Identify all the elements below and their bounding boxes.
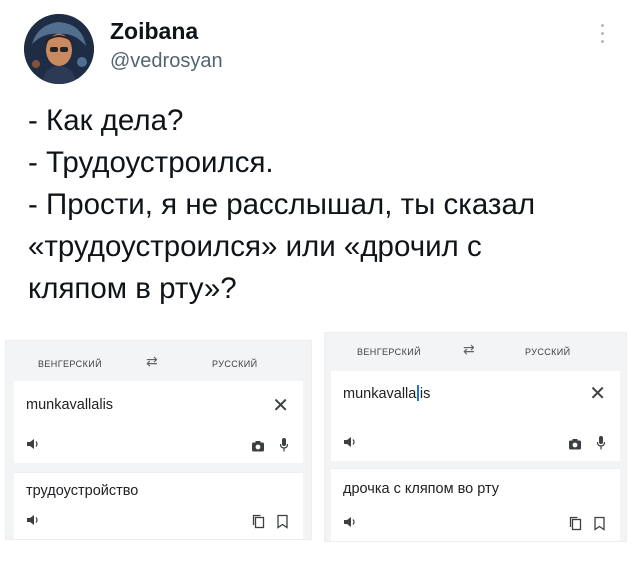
translator-panel-right: ВЕНГЕРСКИЙ ⇄ РУССКИЙ munkavalla is ✕ дроч… <box>325 333 626 541</box>
copy-icon[interactable] <box>252 514 265 529</box>
source-text-box[interactable]: munkavallalis ✕ <box>14 381 303 463</box>
avatar[interactable] <box>24 14 94 84</box>
bookmark-icon[interactable] <box>593 516 606 531</box>
copy-icon[interactable] <box>569 516 582 531</box>
swap-arrows-icon[interactable]: ⇄ <box>146 353 158 370</box>
speaker-icon[interactable] <box>26 437 40 451</box>
speaker-icon[interactable] <box>343 515 357 529</box>
translation-text: трудоустройство <box>26 483 139 499</box>
tweet-line: - Прости, я не расслышал, ты сказал <box>28 188 536 221</box>
display-name[interactable]: Zoibana <box>110 18 198 45</box>
target-language[interactable]: РУССКИЙ <box>525 347 571 357</box>
tweet-text: - Как дела? - Трудоустроился. - Прости, … <box>28 100 618 310</box>
user-handle[interactable]: @vedrosyan <box>110 50 223 73</box>
source-language[interactable]: ВЕНГЕРСКИЙ <box>357 347 421 357</box>
translation-text: дрочка с кляпом во рту <box>343 481 500 497</box>
translation-box: дрочка с кляпом во рту <box>331 468 620 541</box>
language-bar: ВЕНГЕРСКИЙ ⇄ РУССКИЙ <box>325 333 626 375</box>
translation-box: трудоустройство <box>14 472 303 539</box>
language-bar: ВЕНГЕРСКИЙ ⇄ РУССКИЙ <box>6 341 311 383</box>
source-text[interactable]: munkavalla is <box>343 385 430 402</box>
tweet-line: - Как дела? <box>28 104 184 137</box>
microphone-icon[interactable] <box>596 435 606 451</box>
speaker-icon[interactable] <box>343 435 357 449</box>
close-icon[interactable]: ✕ <box>272 393 289 418</box>
tweet-line: «трудоустроился» или «дрочил с <box>28 230 482 263</box>
swap-arrows-icon[interactable]: ⇄ <box>463 341 475 358</box>
more-options-icon[interactable] <box>596 24 608 58</box>
source-text[interactable]: munkavallalis <box>26 397 113 413</box>
avatar-illustration <box>24 14 94 84</box>
source-language[interactable]: ВЕНГЕРСКИЙ <box>38 359 102 369</box>
tweet-line: кляпом в рту»? <box>28 272 237 305</box>
source-text-part: munkavalla <box>343 386 417 402</box>
speaker-icon[interactable] <box>26 513 40 527</box>
camera-icon[interactable] <box>568 437 582 451</box>
microphone-icon[interactable] <box>279 437 289 453</box>
bookmark-icon[interactable] <box>276 514 289 529</box>
tweet-line: - Трудоустроился. <box>28 146 274 179</box>
target-language[interactable]: РУССКИЙ <box>212 359 258 369</box>
close-icon[interactable]: ✕ <box>589 381 606 406</box>
camera-icon[interactable] <box>251 439 265 453</box>
tweet-card: Zoibana @vedrosyan - Как дела? - Трудоус… <box>0 0 640 330</box>
text-cursor <box>417 385 419 401</box>
source-text-part: is <box>419 386 431 402</box>
source-text-box[interactable]: munkavalla is ✕ <box>331 371 620 461</box>
translator-panel-left: ВЕНГЕРСКИЙ ⇄ РУССКИЙ munkavallalis ✕ тру… <box>6 341 311 539</box>
